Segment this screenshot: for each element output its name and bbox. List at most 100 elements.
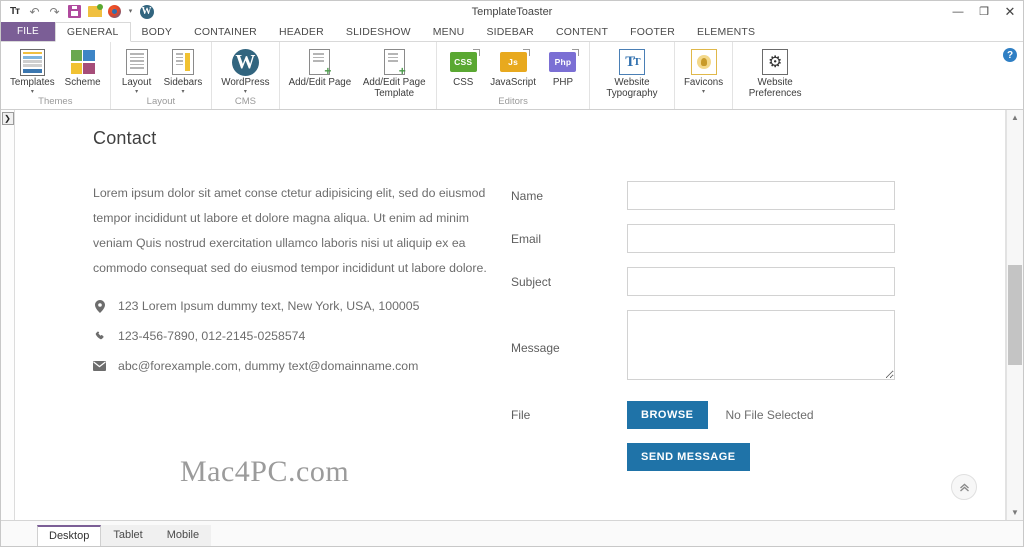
ribbon-tab-header[interactable]: HEADER: [268, 22, 335, 41]
css-editor-button[interactable]: CSS CSS: [441, 45, 485, 88]
contact-detail-phone: 123-456-7890, 012-2145-0258574: [93, 329, 493, 343]
maximize-button[interactable]: ❐: [971, 1, 997, 22]
undo-icon[interactable]: ↶: [27, 4, 42, 19]
ribbon-tab-slideshow[interactable]: SLIDESHOW: [335, 22, 422, 41]
ribbon-group-label-themes: Themes: [1, 95, 110, 109]
email-label: Email: [511, 232, 627, 246]
scroll-to-top-button[interactable]: [951, 474, 977, 500]
email-text: abc@forexample.com, dummy text@domainnam…: [118, 359, 418, 373]
minimize-button[interactable]: —: [945, 1, 971, 22]
php-editor-icon: Php: [549, 47, 576, 77]
canvas-area: ❯ Contact Lorem ipsum dolor sit amet con…: [1, 110, 1023, 520]
message-textarea[interactable]: [627, 310, 895, 380]
sidebars-button[interactable]: Sidebars ▾: [159, 45, 208, 95]
ribbon-group-favicons: Favicons ▾: [675, 42, 733, 109]
website-preferences-icon: ⚙: [762, 47, 788, 77]
browse-button[interactable]: BROWSE: [627, 401, 708, 429]
javascript-editor-button[interactable]: Js JavaScript: [485, 45, 541, 88]
open-folder-glyph: [88, 6, 102, 17]
contact-detail-address: 123 Lorem Ipsum dummy text, New York, US…: [93, 299, 493, 313]
preview-globe-icon[interactable]: [107, 4, 122, 19]
name-label: Name: [511, 189, 627, 203]
phone-icon: [93, 330, 106, 342]
favicons-button[interactable]: Favicons ▾: [679, 45, 728, 95]
open-folder-icon[interactable]: [87, 4, 102, 19]
email-input[interactable]: [627, 224, 895, 253]
wordpress-glyph: W: [232, 49, 259, 76]
status-bar: Desktop Tablet Mobile: [1, 520, 1023, 546]
redo-icon[interactable]: ↷: [47, 4, 62, 19]
ribbon-tab-body[interactable]: BODY: [131, 22, 184, 41]
ribbon-tab-general[interactable]: GENERAL: [55, 22, 131, 42]
javascript-editor-label: JavaScript: [490, 77, 536, 88]
file-label: File: [511, 408, 627, 422]
contact-info-column: Lorem ipsum dolor sit amet conse ctetur …: [15, 181, 493, 485]
scheme-button[interactable]: Scheme: [60, 45, 106, 88]
website-typography-icon: TT: [619, 47, 645, 77]
wordpress-icon[interactable]: W: [139, 4, 154, 19]
title-bar: Tᴛ ↶ ↷ ▾ W TemplateToaster — ❐ ✕: [1, 1, 1023, 22]
typography-glyph: TT: [619, 49, 645, 75]
ribbon-tab-sidebar[interactable]: SIDEBAR: [475, 22, 545, 41]
no-file-selected-text: No File Selected: [726, 408, 814, 422]
website-typography-button[interactable]: TT Website Typography: [594, 45, 670, 99]
scrollbar-thumb[interactable]: [1008, 265, 1022, 365]
layout-button[interactable]: Layout ▾: [115, 45, 159, 95]
form-row-subject: Subject: [511, 267, 1005, 296]
undo-glyph: ↶: [29, 6, 39, 18]
dropdown-caret-icon[interactable]: ▾: [127, 4, 134, 19]
close-button[interactable]: ✕: [997, 1, 1023, 22]
name-input[interactable]: [627, 181, 895, 210]
php-editor-button[interactable]: Php PHP: [541, 45, 585, 88]
wordpress-glyph: W: [140, 5, 154, 19]
subject-label: Subject: [511, 275, 627, 289]
ribbon-group-label-favicons: [675, 95, 732, 109]
app-title: TemplateToaster: [1, 6, 1023, 18]
ribbon-tab-elements[interactable]: ELEMENTS: [686, 22, 766, 41]
ribbon-tab-content[interactable]: CONTENT: [545, 22, 619, 41]
save-icon[interactable]: [67, 4, 82, 19]
website-preferences-label: Website Preferences: [742, 77, 808, 99]
contact-detail-email: abc@forexample.com, dummy text@domainnam…: [93, 359, 493, 373]
ribbon-group-label-pages: [280, 99, 437, 109]
expand-panel-button[interactable]: ❯: [2, 112, 14, 125]
typography-icon[interactable]: Tᴛ: [7, 4, 22, 19]
templatetoaster-window: Tᴛ ↶ ↷ ▾ W TemplateToaster — ❐ ✕ FILE GE…: [0, 0, 1024, 547]
add-edit-page-button[interactable]: + Add/Edit Page: [284, 45, 357, 88]
ribbon-group-themes: Templates ▾ Scheme Themes: [1, 42, 111, 109]
website-preferences-button[interactable]: ⚙ Website Preferences: [737, 45, 813, 99]
ribbon-tab-footer[interactable]: FOOTER: [619, 22, 686, 41]
device-tab-tablet[interactable]: Tablet: [101, 525, 154, 546]
add-edit-page-template-button[interactable]: + Add/Edit Page Template: [356, 45, 432, 99]
css-editor-icon: CSS: [450, 47, 477, 77]
ribbon-group-label-layout: Layout: [111, 95, 212, 109]
ribbon-toolbar: Templates ▾ Scheme Themes La: [1, 42, 1023, 110]
css-editor-label: CSS: [453, 77, 473, 88]
scrollbar-track[interactable]: [1007, 125, 1024, 505]
wordpress-button[interactable]: W WordPress ▾: [216, 45, 274, 95]
ribbon-group-label-editors: Editors: [437, 95, 589, 109]
vertical-scrollbar[interactable]: ▲ ▼: [1006, 110, 1023, 520]
templates-icon: [20, 47, 45, 77]
ribbon-group-typography: TT Website Typography: [590, 42, 675, 109]
layout-icon: [126, 47, 148, 77]
ribbon-tab-file[interactable]: FILE: [1, 22, 55, 41]
help-icon[interactable]: ?: [1003, 48, 1017, 62]
templates-button[interactable]: Templates ▾: [5, 45, 60, 95]
lorem-paragraph: Lorem ipsum dolor sit amet conse ctetur …: [93, 181, 497, 281]
ribbon-tab-container[interactable]: CONTAINER: [183, 22, 268, 41]
scrollbar-up-arrow[interactable]: ▲: [1007, 110, 1024, 125]
wordpress-icon: W: [232, 47, 259, 77]
scrollbar-down-arrow[interactable]: ▼: [1007, 505, 1024, 520]
device-tab-desktop[interactable]: Desktop: [37, 525, 101, 546]
subject-input[interactable]: [627, 267, 895, 296]
watermark: Mac4PC.com: [180, 455, 349, 489]
ribbon-group-label-cms: CMS: [212, 95, 278, 109]
device-tab-mobile[interactable]: Mobile: [155, 525, 211, 546]
ribbon-group-preferences: ⚙ Website Preferences: [733, 42, 817, 109]
sidebars-label: Sidebars: [164, 77, 203, 88]
website-typography-label: Website Typography: [599, 77, 665, 99]
ribbon-group-editors: CSS CSS Js JavaScript Php PHP Edi: [437, 42, 590, 109]
ribbon-tab-menu[interactable]: MENU: [422, 22, 476, 41]
send-message-button[interactable]: SEND MESSAGE: [627, 443, 750, 471]
